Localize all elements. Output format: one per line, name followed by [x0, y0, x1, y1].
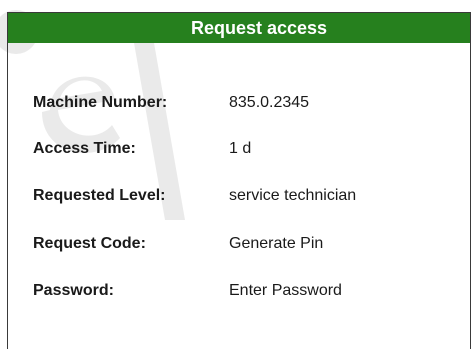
machine-number-label: Machine Number:	[33, 94, 168, 111]
requested-level-value[interactable]: service technician	[229, 184, 356, 208]
access-time-label: Access Time:	[33, 140, 136, 157]
row-requested-level: Requested Level: service technician	[8, 184, 470, 208]
row-password: Password: Enter Password	[8, 279, 470, 303]
dialog-title: Request access	[8, 13, 470, 43]
request-access-dialog: Request access Machine Number: 835.0.234…	[7, 12, 471, 349]
access-time-value[interactable]: 1 d	[229, 137, 251, 161]
request-code-label: Request Code:	[33, 235, 146, 252]
machine-number-value: 835.0.2345	[229, 94, 310, 111]
row-machine-number: Machine Number: 835.0.2345	[8, 91, 470, 115]
generate-pin-button[interactable]: Generate Pin	[229, 232, 323, 256]
screen: Request access Machine Number: 835.0.234…	[0, 0, 472, 349]
requested-level-label: Requested Level:	[33, 187, 166, 204]
password-field[interactable]: Enter Password	[229, 279, 342, 303]
row-access-time: Access Time: 1 d	[8, 137, 470, 161]
row-request-code: Request Code: Generate Pin	[8, 232, 470, 256]
password-label: Password:	[33, 282, 114, 299]
